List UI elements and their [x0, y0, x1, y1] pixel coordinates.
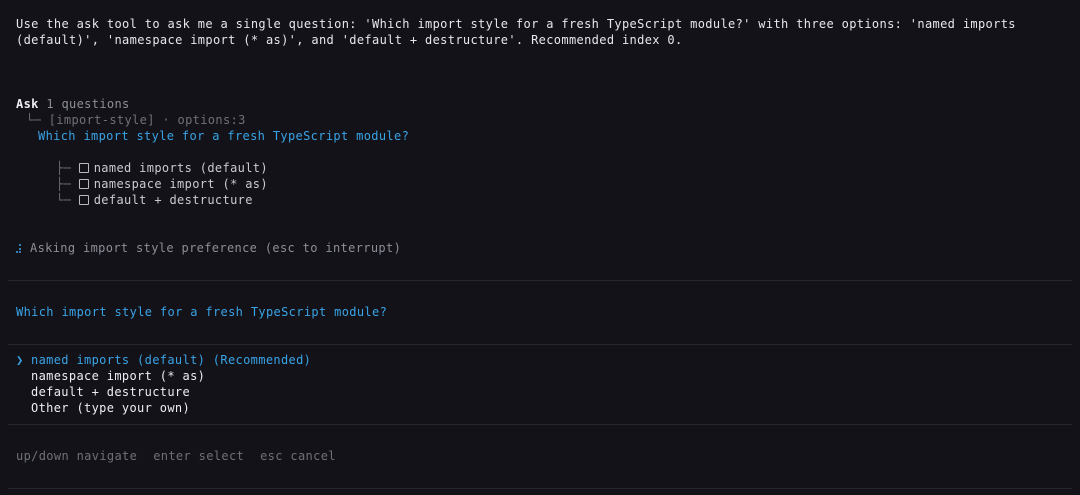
chevron-right-icon: ❯: [16, 353, 24, 367]
tool-call-header: Ask 1 questions: [16, 96, 130, 112]
status-text: Asking import style preference (esc to i…: [30, 241, 402, 255]
spinner-icon: [16, 243, 22, 253]
option-other[interactable]: Other (type your own): [16, 400, 190, 416]
tool-option-label: named imports (default): [93, 161, 268, 175]
option-label: default + destructure: [31, 385, 191, 399]
hint-select: enter select: [153, 449, 245, 463]
hint-cancel: esc cancel: [260, 449, 336, 463]
divider: [8, 344, 1072, 345]
tool-option-row: └─ default + destructure: [56, 192, 253, 208]
tree-connector: ├─: [56, 161, 79, 175]
tool-option-row: ├─ namespace import (* as): [56, 176, 268, 192]
option-label: namespace import (* as): [31, 369, 206, 383]
tool-call-meta-row: └─ [import-style] · options:3: [26, 112, 246, 128]
user-prompt-line-2: (default)', 'namespace import (* as)', a…: [16, 33, 683, 47]
divider: [8, 424, 1072, 425]
tree-connector: └─: [26, 113, 49, 127]
tool-call-meta: [import-style] · options:3: [48, 113, 246, 127]
option-named-imports[interactable]: ❯ named imports (default) (Recommended): [16, 352, 311, 368]
option-label: Other (type your own): [31, 401, 191, 415]
option-default-destructure[interactable]: default + destructure: [16, 384, 190, 400]
checkbox-icon: [78, 195, 89, 205]
tree-connector: ├─: [56, 177, 79, 191]
tool-call-question: Which import style for a fresh TypeScrip…: [38, 129, 410, 143]
option-label: named imports (default) (Recommended): [31, 353, 312, 367]
checkbox-icon: [78, 179, 89, 189]
tool-option-label: namespace import (* as): [93, 177, 268, 191]
tool-option-label: default + destructure: [93, 193, 253, 207]
selector-question: Which import style for a fresh TypeScrip…: [16, 305, 388, 319]
option-list: ❯ named imports (default) (Recommended) n…: [8, 352, 1072, 416]
status-line: Asking import style preference (esc to i…: [16, 240, 401, 256]
tool-summary: 1 questions: [46, 97, 130, 111]
tool-option-row: ├─ named imports (default): [56, 160, 268, 176]
divider: [8, 280, 1072, 281]
option-namespace-import[interactable]: namespace import (* as): [16, 368, 205, 384]
divider: [8, 488, 1072, 489]
tool-name: Ask: [16, 97, 39, 111]
hint-navigate: up/down navigate: [16, 449, 138, 463]
user-prompt-line-1: Use the ask tool to ask me a single ques…: [16, 17, 1016, 31]
key-hints: up/down navigate enter select esc cancel: [16, 448, 352, 464]
checkbox-icon: [78, 163, 89, 173]
tree-connector: └─: [56, 193, 79, 207]
